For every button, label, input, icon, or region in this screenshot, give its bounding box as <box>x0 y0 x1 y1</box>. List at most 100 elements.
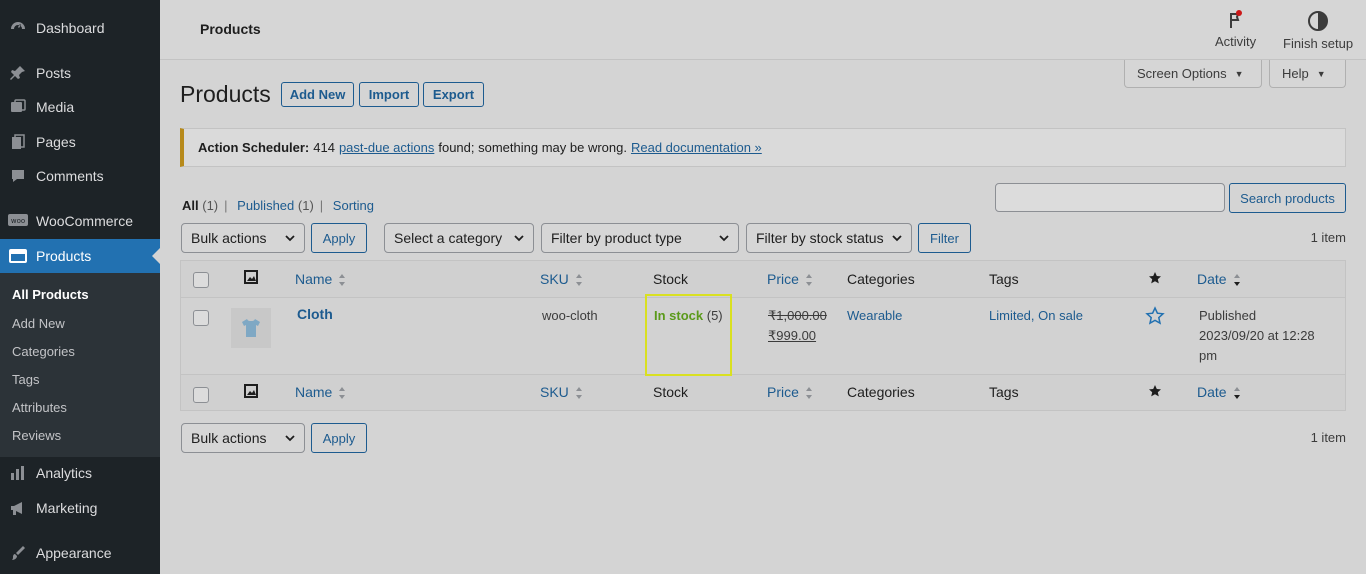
column-categories: Categories <box>847 271 915 287</box>
apply-button[interactable]: Apply <box>311 223 367 253</box>
submenu-attributes[interactable]: Attributes <box>12 400 67 415</box>
items-count-top: 1 item <box>1310 230 1346 245</box>
pages-icon <box>8 132 28 152</box>
search-products-button[interactable]: Search products <box>1229 183 1346 213</box>
sort-desc-icon <box>1233 387 1240 400</box>
sort-icon <box>805 274 812 287</box>
column-tags: Tags <box>989 271 1019 287</box>
image-column-icon <box>244 384 258 401</box>
sort-icon <box>339 274 346 287</box>
sidebar-item-appearance[interactable]: Appearance <box>0 536 160 570</box>
column-stock: Stock <box>653 271 689 287</box>
woo-icon: woo <box>8 211 28 231</box>
table-footer: Name SKU Stock Price Categories Tags Dat… <box>181 375 1345 411</box>
tshirt-icon <box>242 319 260 337</box>
caret-down-icon: ▼ <box>1234 68 1244 79</box>
import-button[interactable]: Import <box>359 82 419 107</box>
column-date-footer[interactable]: Date <box>1197 384 1241 400</box>
product-thumbnail[interactable] <box>231 308 271 348</box>
chevron-down-icon <box>514 235 524 242</box>
sort-icon <box>339 387 346 400</box>
column-stock-footer: Stock <box>653 384 689 400</box>
submenu-tags[interactable]: Tags <box>12 372 39 387</box>
column-categories-footer: Categories <box>847 384 915 400</box>
sidebar-item-media[interactable]: Media <box>0 90 160 124</box>
column-name-footer[interactable]: Name <box>295 384 346 400</box>
date-value-cont: pm <box>1199 348 1218 363</box>
sidebar-item-marketing[interactable]: Marketing <box>0 491 160 525</box>
sidebar-item-comments[interactable]: Comments <box>0 159 160 193</box>
export-button[interactable]: Export <box>423 82 484 107</box>
finish-setup-button[interactable]: Finish setup <box>1283 10 1353 51</box>
megaphone-icon <box>8 498 28 518</box>
media-icon <box>8 97 28 117</box>
products-icon <box>8 246 28 266</box>
table-header: Name SKU Stock Price Categories Tags Dat… <box>181 261 1345 297</box>
submenu-all-products[interactable]: All Products <box>12 287 89 302</box>
sidebar-item-analytics[interactable]: Analytics <box>0 456 160 490</box>
read-documentation-link[interactable]: Read documentation » <box>631 140 762 155</box>
progress-circle-icon <box>1308 11 1329 31</box>
analytics-icon <box>8 463 28 483</box>
sidebar-item-pages[interactable]: Pages <box>0 125 160 159</box>
featured-star-icon <box>1148 384 1162 401</box>
column-date[interactable]: Date <box>1197 271 1241 287</box>
column-price-footer[interactable]: Price <box>767 384 813 400</box>
top-header: Products Activity Finish setup <box>160 0 1366 60</box>
submenu-categories[interactable]: Categories <box>12 344 75 359</box>
bulk-actions-select-bottom[interactable]: Bulk actions <box>181 423 305 453</box>
page-title: Products <box>180 81 271 107</box>
products-table: Name SKU Stock Price Categories Tags Dat… <box>180 260 1346 411</box>
sale-price: ₹999.00 <box>768 328 817 343</box>
help-button[interactable]: Help ▼ <box>1269 60 1346 88</box>
submenu-add-new[interactable]: Add New <box>12 316 65 331</box>
view-all[interactable]: All <box>182 198 199 213</box>
products-submenu: All Products Add New Categories Tags Att… <box>0 273 160 457</box>
column-price[interactable]: Price <box>767 271 813 287</box>
screen-options-button[interactable]: Screen Options ▼ <box>1124 60 1262 88</box>
stock-highlight-box <box>645 294 732 376</box>
featured-star-icon <box>1148 271 1162 288</box>
select-all-checkbox[interactable] <box>193 272 209 288</box>
sort-icon <box>575 274 582 287</box>
sidebar-item-posts[interactable]: Posts <box>0 56 160 90</box>
column-sku[interactable]: SKU <box>540 271 583 287</box>
column-sku-footer[interactable]: SKU <box>540 384 583 400</box>
view-filters: All (1) | Published (1) | Sorting <box>182 198 374 213</box>
past-due-actions-link[interactable]: past-due actions <box>339 140 434 155</box>
dashboard-icon <box>8 18 28 38</box>
stock-status-select[interactable]: Filter by stock status <box>746 223 912 253</box>
chevron-down-icon <box>285 435 295 442</box>
sort-desc-icon <box>1233 274 1240 287</box>
sidebar-item-products[interactable]: Products <box>0 239 160 273</box>
search-input[interactable] <box>995 183 1225 212</box>
comment-icon <box>8 166 28 186</box>
column-name[interactable]: Name <box>295 271 346 287</box>
category-select[interactable]: Select a category <box>384 223 534 253</box>
date-value: 2023/09/20 at 12:28 <box>1199 328 1315 343</box>
row-checkbox[interactable] <box>193 310 209 326</box>
filter-button[interactable]: Filter <box>918 223 971 253</box>
pin-icon <box>8 63 28 83</box>
product-name-link[interactable]: Cloth <box>297 306 333 322</box>
view-sorting[interactable]: Sorting <box>333 198 374 213</box>
items-count-bottom: 1 item <box>1310 430 1346 445</box>
tags-link[interactable]: Limited, On sale <box>989 308 1083 323</box>
sidebar-item-dashboard[interactable]: Dashboard <box>0 11 160 45</box>
select-all-checkbox-footer[interactable] <box>193 387 209 403</box>
bulk-actions-select[interactable]: Bulk actions <box>181 223 305 253</box>
category-link[interactable]: Wearable <box>847 308 902 323</box>
activity-button[interactable]: Activity <box>1215 10 1256 49</box>
featured-toggle-star-icon[interactable] <box>1145 306 1165 329</box>
caret-down-icon: ▼ <box>1316 68 1326 79</box>
header-title: Products <box>200 21 261 37</box>
apply-button-bottom[interactable]: Apply <box>311 423 367 453</box>
sidebar-item-woocommerce[interactable]: woo WooCommerce <box>0 204 160 238</box>
product-sku: woo-cloth <box>542 308 598 323</box>
chevron-down-icon <box>285 235 295 242</box>
table-row: Cloth woo-cloth In stock (5) ₹1,000.00 ₹… <box>181 297 1345 375</box>
add-new-button[interactable]: Add New <box>281 82 354 107</box>
product-type-select[interactable]: Filter by product type <box>541 223 739 253</box>
submenu-reviews[interactable]: Reviews <box>12 428 61 443</box>
view-published[interactable]: Published <box>237 198 294 213</box>
